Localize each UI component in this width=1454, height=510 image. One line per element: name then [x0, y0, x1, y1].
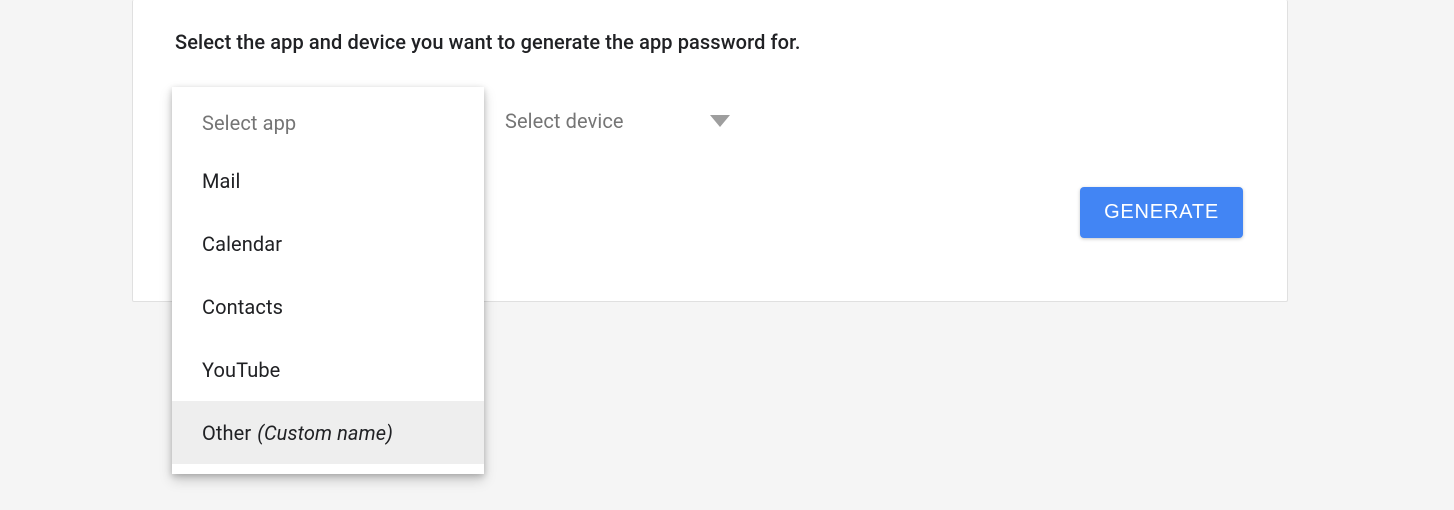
app-option-youtube[interactable]: YouTube [172, 338, 484, 401]
dropdown-item-label: Mail [202, 169, 240, 193]
select-app-dropdown-menu: Select app Mail Calendar Contacts YouTub… [172, 87, 484, 474]
app-option-contacts[interactable]: Contacts [172, 275, 484, 338]
instruction-text: Select the app and device you want to ge… [175, 30, 801, 54]
chevron-down-icon [710, 115, 730, 127]
select-app-placeholder: Select app [172, 97, 484, 149]
dropdown-item-label: Calendar [202, 232, 282, 256]
dropdown-item-suffix: (Custom name) [257, 421, 393, 445]
select-device-label: Select device [505, 109, 624, 133]
app-option-calendar[interactable]: Calendar [172, 212, 484, 275]
app-option-other[interactable]: Other (Custom name) [172, 401, 484, 464]
generate-button[interactable]: GENERATE [1080, 187, 1243, 238]
dropdown-item-label: YouTube [202, 358, 280, 382]
app-option-mail[interactable]: Mail [172, 149, 484, 212]
dropdown-item-label: Contacts [202, 295, 283, 319]
dropdown-item-label: Other [202, 421, 251, 445]
select-device-dropdown[interactable]: Select device [505, 103, 730, 139]
